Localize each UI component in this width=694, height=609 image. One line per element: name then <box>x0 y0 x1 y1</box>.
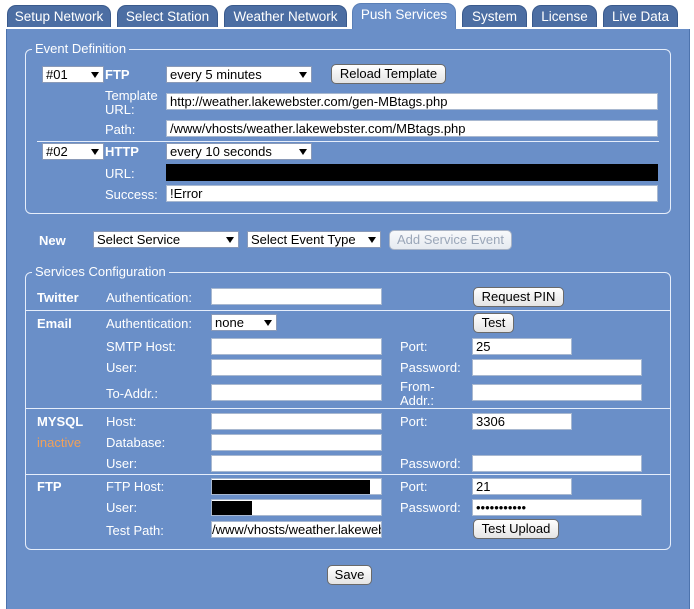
from-addr-input[interactable] <box>472 384 642 401</box>
ftp-user-input-redacted[interactable] <box>211 499 382 516</box>
event-2-number-select[interactable]: #02 <box>42 143 104 160</box>
path-input[interactable]: /www/vhosts/weather.lakewebster.com/MBta… <box>166 120 658 137</box>
chevron-down-icon <box>299 72 307 78</box>
chevron-down-icon <box>368 237 376 243</box>
chevron-down-icon <box>226 237 234 243</box>
mysql-port-input[interactable]: 3306 <box>472 413 572 430</box>
mysql-label: MYSQL <box>37 414 84 429</box>
tab-license[interactable]: License <box>532 5 597 27</box>
select-event-type-dropdown[interactable]: Select Event Type <box>247 231 381 248</box>
email-auth-label: Authentication: <box>106 316 193 331</box>
email-password-label: Password: <box>400 360 461 375</box>
mysql-password-input[interactable] <box>472 455 642 472</box>
email-port-label: Port: <box>400 339 428 354</box>
mysql-host-input[interactable] <box>211 413 382 430</box>
mysql-password-label: Password: <box>400 456 461 471</box>
mysql-database-input[interactable] <box>211 434 382 451</box>
smtp-host-input[interactable] <box>211 338 382 355</box>
email-test-button[interactable]: Test <box>473 313 514 333</box>
mysql-port-label: Port: <box>400 414 428 429</box>
smtp-host-label: SMTP Host: <box>106 339 176 354</box>
test-upload-button[interactable]: Test Upload <box>473 519 559 539</box>
email-port-input[interactable]: 25 <box>472 338 572 355</box>
email-auth-select[interactable]: none <box>211 314 277 331</box>
path-label: Path: <box>105 122 136 137</box>
ftp-test-path-input[interactable]: /www/vhosts/weather.lakewebster <box>211 521 382 538</box>
event-1-type: FTP <box>105 67 130 82</box>
tab-select-station[interactable]: Select Station <box>117 5 218 27</box>
event-1-interval-select[interactable]: every 5 minutes <box>166 66 312 83</box>
ftp-password-label: Password: <box>400 500 461 515</box>
redacted-host <box>212 480 370 494</box>
url-input-redacted[interactable] <box>166 164 658 181</box>
redacted-user <box>212 501 252 515</box>
template-url-label-line1: Template <box>105 88 158 103</box>
twitter-auth-input[interactable] <box>211 288 382 305</box>
event-definition-legend: Event Definition <box>32 41 130 57</box>
tab-system[interactable]: System <box>462 5 527 27</box>
tab-weather-network[interactable]: Weather Network <box>224 5 347 27</box>
to-addr-input[interactable] <box>211 384 382 401</box>
reload-template-button[interactable]: Reload Template <box>331 64 446 84</box>
section-divider <box>26 474 670 475</box>
ftp-host-label: FTP Host: <box>106 479 165 494</box>
from-addr-label-line2: Addr.: <box>400 393 434 408</box>
success-input[interactable]: !Error <box>166 185 658 202</box>
select-service-dropdown[interactable]: Select Service <box>93 231 239 248</box>
from-addr-label-line1: From- <box>400 379 435 394</box>
section-divider <box>26 310 670 311</box>
ftp-port-input[interactable]: 21 <box>472 478 572 495</box>
push-services-panel: Event Definition #01 FTP every 5 minutes… <box>6 29 690 609</box>
event-1-number-select[interactable]: #01 <box>42 66 104 83</box>
to-addr-label: To-Addr.: <box>106 386 159 401</box>
mysql-database-label: Database: <box>106 435 166 450</box>
email-password-input[interactable] <box>472 359 642 376</box>
mysql-host-label: Host: <box>106 414 137 429</box>
request-pin-button[interactable]: Request PIN <box>473 287 564 307</box>
email-user-input[interactable] <box>211 359 382 376</box>
services-configuration-legend: Services Configuration <box>32 264 169 280</box>
mysql-user-input[interactable] <box>211 455 382 472</box>
mysql-user-label: User: <box>106 456 138 471</box>
section-divider <box>26 408 670 409</box>
tab-push-services[interactable]: Push Services <box>352 3 456 30</box>
event-divider <box>37 141 659 142</box>
ftp-host-input-redacted[interactable] <box>211 478 382 495</box>
chevron-down-icon <box>91 72 99 78</box>
add-service-event-button[interactable]: Add Service Event <box>389 230 512 250</box>
twitter-auth-label: Authentication: <box>106 290 193 305</box>
mysql-status: inactive <box>37 435 82 450</box>
email-user-label: User: <box>106 360 138 375</box>
ftp-test-path-label: Test Path: <box>106 523 164 538</box>
chevron-down-icon <box>264 320 272 326</box>
save-button[interactable]: Save <box>327 565 372 585</box>
template-url-label-line2: URL: <box>105 102 135 117</box>
tab-setup-network[interactable]: Setup Network <box>7 5 111 27</box>
event-2-interval-select[interactable]: every 10 seconds <box>166 143 312 160</box>
template-url-input[interactable]: http://weather.lakewebster.com/gen-MBtag… <box>166 93 658 110</box>
success-label: Success: <box>105 187 158 202</box>
ftp-password-input[interactable]: ••••••••••• <box>472 499 642 516</box>
event-2-type: HTTP <box>105 144 139 159</box>
ftp-user-label: User: <box>106 500 138 515</box>
tab-live-data[interactable]: Live Data <box>603 5 678 27</box>
ftp-label: FTP <box>37 479 62 494</box>
email-label: Email <box>37 316 72 331</box>
url-label: URL: <box>105 166 135 181</box>
chevron-down-icon <box>299 149 307 155</box>
chevron-down-icon <box>91 149 99 155</box>
twitter-label: Twitter <box>37 290 79 305</box>
tab-bar: Setup Network Select Station Weather Net… <box>0 0 694 30</box>
new-label: New <box>39 233 66 248</box>
ftp-port-label: Port: <box>400 479 428 494</box>
